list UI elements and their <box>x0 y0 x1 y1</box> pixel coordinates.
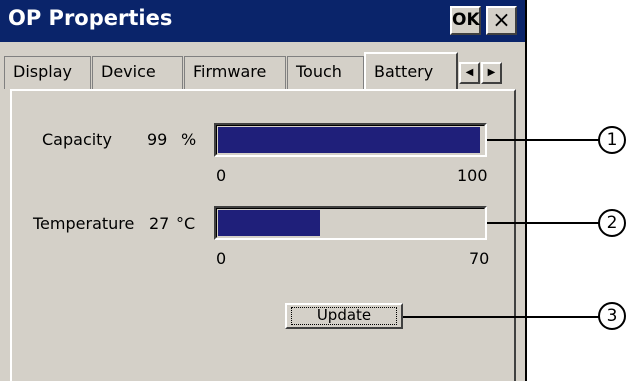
callout-line-1 <box>487 139 599 141</box>
title-bar: OP Properties OK × <box>0 0 525 42</box>
callout-line-3 <box>403 316 599 318</box>
scroll-left-icon[interactable]: ◀ <box>459 62 480 84</box>
tab-firmware[interactable]: Firmware <box>184 56 286 89</box>
update-button-label: Update <box>316 306 372 324</box>
scroll-right-icon[interactable]: ▶ <box>481 62 502 84</box>
callout-3: 3 <box>598 302 626 330</box>
temperature-max: 70 <box>469 249 490 268</box>
temperature-unit: °C <box>176 214 196 233</box>
capacity-label: Capacity <box>42 130 112 149</box>
window-title: OP Properties <box>8 6 173 30</box>
callout-line-2 <box>487 222 599 224</box>
capacity-value: 99 <box>147 130 168 149</box>
temperature-fill <box>218 210 321 236</box>
tab-device[interactable]: Device <box>92 56 183 89</box>
capacity-unit: % <box>181 130 197 149</box>
tab-battery[interactable]: Battery <box>364 52 458 90</box>
op-properties-window: OP Properties OK × Display Device Firmwa… <box>0 0 527 381</box>
callout-1: 1 <box>598 126 626 154</box>
update-button[interactable]: Update <box>285 303 403 329</box>
capacity-min: 0 <box>216 166 227 185</box>
capacity-max: 100 <box>457 166 488 185</box>
tab-scroll: ◀ ▶ <box>459 62 503 84</box>
temperature-label: Temperature <box>33 214 135 233</box>
temperature-progress-bar <box>214 206 487 240</box>
callout-2: 2 <box>598 209 626 237</box>
tab-touch[interactable]: Touch <box>287 56 364 89</box>
temperature-min: 0 <box>216 249 227 268</box>
ok-button[interactable]: OK <box>450 6 481 35</box>
tab-strip: Display Device Firmware Touch Battery <box>0 52 525 90</box>
temperature-value: 27 <box>149 214 170 233</box>
capacity-progress-bar <box>214 123 487 157</box>
tab-display[interactable]: Display <box>4 56 91 89</box>
capacity-fill <box>218 127 481 153</box>
close-button[interactable]: × <box>486 6 517 35</box>
